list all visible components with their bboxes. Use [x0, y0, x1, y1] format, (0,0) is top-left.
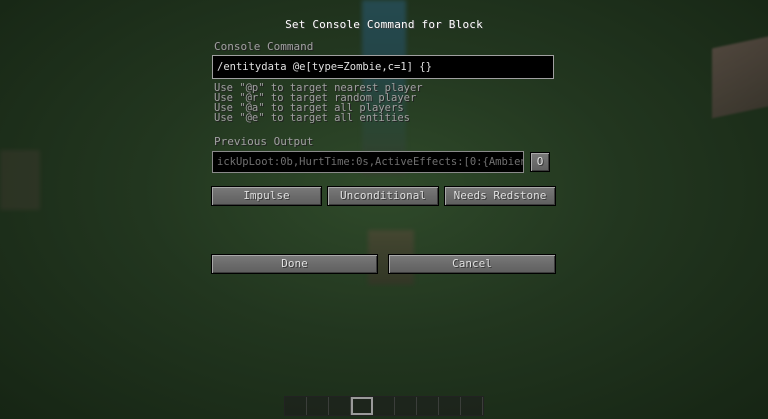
conditional-button[interactable]: Unconditional: [327, 186, 439, 206]
hotbar-slot: [329, 397, 351, 415]
command-label: Console Command: [214, 40, 314, 53]
hotbar-slot: [307, 397, 329, 415]
previous-output-field[interactable]: ickUpLoot:0b,HurtTime:0s,ActiveEffects:[…: [212, 151, 524, 173]
previous-output-text: ickUpLoot:0b,HurtTime:0s,ActiveEffects:[…: [217, 156, 523, 168]
background-block-left: [0, 150, 40, 210]
hint-all-entities: Use "@e" to target all entities: [214, 112, 410, 124]
cancel-button[interactable]: Cancel: [388, 254, 556, 274]
impulse-mode-button[interactable]: Impulse: [211, 186, 322, 206]
hotbar-slot: [461, 397, 483, 415]
screen-title: Set Console Command for Block: [285, 18, 483, 31]
redstone-button[interactable]: Needs Redstone: [444, 186, 556, 206]
command-input[interactable]: /entitydata @e[type=Zombie,c=1] {}: [212, 55, 554, 79]
track-output-toggle-button[interactable]: O: [530, 152, 550, 172]
hotbar-slot: [285, 397, 307, 415]
previous-output-label: Previous Output: [214, 135, 314, 148]
hotbar-slot: [439, 397, 461, 415]
background-block: [712, 35, 768, 119]
hotbar-slot-selected: [351, 397, 373, 415]
done-button[interactable]: Done: [211, 254, 378, 274]
hotbar: [284, 396, 484, 416]
hotbar-slot: [373, 397, 395, 415]
command-input-text: /entitydata @e[type=Zombie,c=1] {}: [217, 61, 432, 73]
hotbar-slot: [395, 397, 417, 415]
hotbar-slot: [417, 397, 439, 415]
